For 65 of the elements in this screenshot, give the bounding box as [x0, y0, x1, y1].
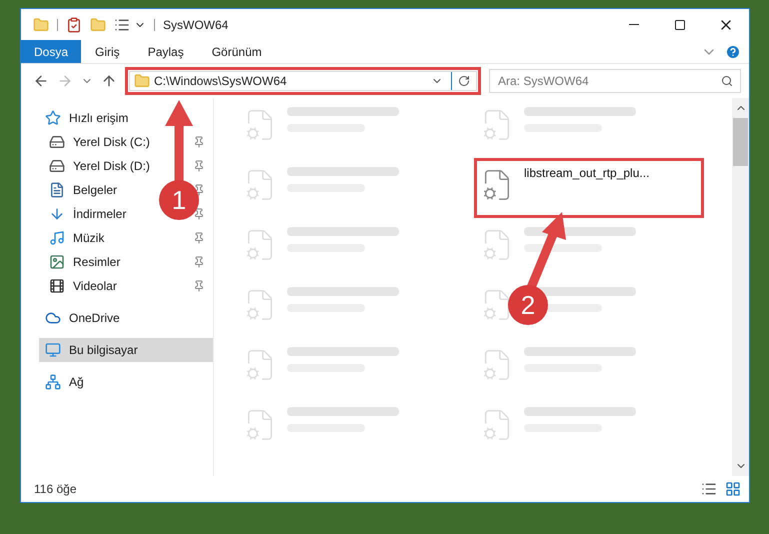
checklist-icon[interactable] — [66, 16, 82, 32]
nav-label: Belgeler — [73, 182, 118, 199]
nav-item[interactable]: İndirmeler — [43, 202, 132, 226]
document-icon — [49, 182, 65, 198]
properties-icon[interactable] — [114, 16, 130, 32]
nav-label: Hızlı erişim — [69, 110, 128, 127]
nav-label: Bu bilgisayar — [69, 342, 138, 359]
nav-item[interactable]: Belgeler — [43, 178, 124, 202]
maximize-icon — [674, 18, 686, 30]
picture-icon — [49, 254, 65, 270]
ribbon-tab[interactable]: Giriş — [81, 40, 134, 63]
nav-label: İndirmeler — [73, 206, 126, 223]
nav-item[interactable]: Resimler — [43, 250, 126, 274]
star-icon — [45, 110, 61, 126]
file-item[interactable]: libstream_out_rtp_plu... — [474, 158, 704, 218]
nav-label: Videolar — [73, 278, 117, 295]
pin-icon[interactable] — [193, 160, 205, 172]
file-menu-tab[interactable]: Dosya — [21, 40, 82, 63]
window-title: SysWOW64 — [163, 16, 228, 34]
network-icon — [45, 374, 61, 390]
cloud-icon — [45, 310, 61, 326]
large-icons-view-icon[interactable] — [725, 481, 741, 497]
monitor-icon — [45, 342, 61, 358]
nav-label: Ağ — [69, 374, 84, 391]
drive-icon — [49, 158, 65, 174]
nav-item[interactable]: Bu bilgisayar — [39, 338, 213, 362]
ribbon-tab[interactable]: Görünüm — [198, 40, 276, 63]
nav-item[interactable]: Videolar — [43, 274, 123, 298]
scroll-thumb[interactable] — [733, 118, 748, 166]
nav-item[interactable]: Yerel Disk (D:) — [43, 154, 156, 178]
up-icon[interactable] — [101, 73, 117, 89]
pin-icon[interactable] — [193, 208, 205, 220]
nav-item[interactable]: OneDrive — [39, 306, 126, 330]
back-icon[interactable] — [33, 73, 49, 89]
nav-label: Yerel Disk (D:) — [73, 158, 150, 175]
music-note-icon — [49, 230, 65, 246]
pin-icon[interactable] — [193, 280, 205, 292]
minimize-icon — [629, 24, 639, 25]
search-icon[interactable] — [721, 75, 733, 87]
nav-item[interactable]: Ağ — [39, 370, 90, 394]
ribbon-tab[interactable]: Paylaş — [134, 40, 198, 63]
nav-item[interactable]: Hızlı erişim — [39, 106, 134, 130]
film-icon — [49, 278, 65, 294]
download-icon — [49, 206, 65, 222]
nav-label: Resimler — [73, 254, 120, 271]
nav-label: Müzik — [73, 230, 104, 247]
file-name: libstream_out_rtp_plu... — [524, 165, 650, 182]
pin-icon[interactable] — [193, 136, 205, 148]
details-view-icon[interactable] — [701, 481, 717, 497]
address-text: C:\Windows\SysWOW64 — [154, 73, 287, 90]
folder-icon — [134, 73, 150, 89]
help-icon[interactable] — [725, 44, 741, 60]
nav-item[interactable]: Müzik — [43, 226, 110, 250]
pin-icon[interactable] — [193, 232, 205, 244]
search-field[interactable]: Ara: SysWOW64 — [489, 69, 741, 93]
pin-icon[interactable] — [193, 256, 205, 268]
nav-item[interactable]: Yerel Disk (C:) — [43, 130, 156, 154]
address-field[interactable]: C:\Windows\SysWOW64 — [129, 71, 477, 91]
pin-icon[interactable] — [193, 184, 205, 196]
refresh-icon[interactable] — [458, 75, 470, 87]
nav-label: Yerel Disk (C:) — [73, 134, 150, 151]
drive-icon — [49, 134, 65, 150]
item-count: 116 öğe — [34, 481, 76, 498]
scrollbar[interactable] — [732, 98, 749, 476]
nav-label: OneDrive — [69, 310, 120, 327]
